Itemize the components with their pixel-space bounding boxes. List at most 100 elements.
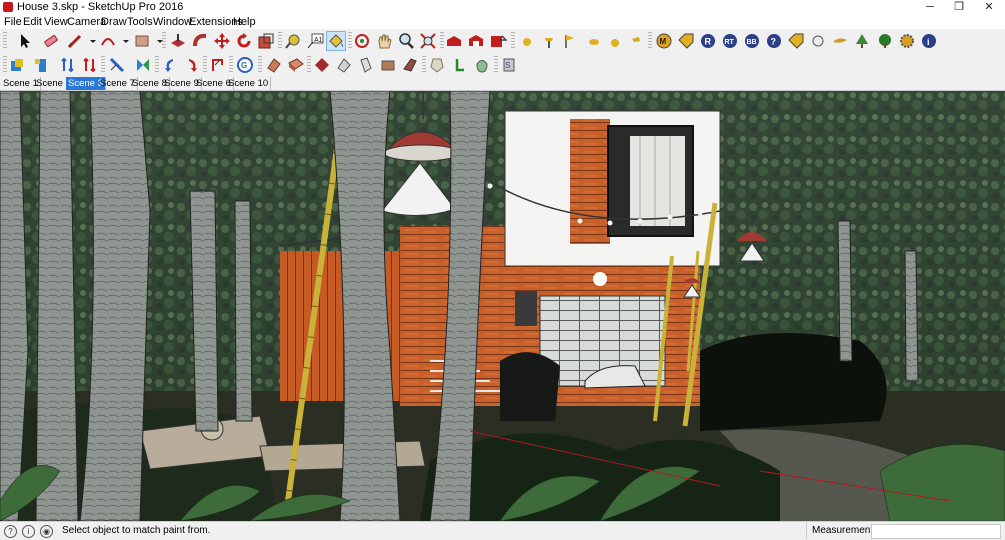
menu-help[interactable]: Help bbox=[233, 16, 256, 28]
push-pull-icon[interactable] bbox=[169, 32, 187, 50]
tape-measure-icon[interactable] bbox=[284, 32, 302, 50]
svg-text:R: R bbox=[705, 37, 712, 47]
follow-me-icon[interactable] bbox=[192, 32, 210, 50]
info-render-icon[interactable]: i bbox=[920, 32, 938, 50]
sandbox-from-contours-icon[interactable] bbox=[161, 56, 179, 74]
layout-icon[interactable] bbox=[489, 32, 507, 50]
sun-icon[interactable] bbox=[585, 32, 603, 50]
m-render-icon[interactable]: M bbox=[655, 32, 673, 50]
smoove-icon[interactable] bbox=[209, 56, 227, 74]
toolbar-grip[interactable] bbox=[494, 56, 498, 74]
stamp-icon[interactable]: G bbox=[236, 56, 254, 74]
measurements-input[interactable] bbox=[871, 524, 1001, 539]
menu-draw[interactable]: Draw bbox=[101, 16, 127, 28]
tree-render-icon[interactable] bbox=[853, 32, 871, 50]
subtract-icon[interactable] bbox=[81, 56, 99, 74]
minimize-icon[interactable]: ─ bbox=[915, 0, 945, 15]
sphere-icon[interactable] bbox=[518, 32, 536, 50]
sandbox-from-scratch-icon[interactable] bbox=[183, 56, 201, 74]
bird-icon[interactable] bbox=[831, 32, 849, 50]
wall-light bbox=[593, 272, 607, 286]
model-viewport[interactable] bbox=[0, 91, 1005, 521]
toolbar-grip[interactable] bbox=[203, 56, 207, 74]
menu-edit[interactable]: Edit bbox=[23, 16, 42, 28]
r-render-icon[interactable]: R bbox=[699, 32, 717, 50]
credits-icon[interactable]: i bbox=[22, 525, 35, 538]
toolbar-grip[interactable] bbox=[101, 56, 105, 74]
svg-text:i: i bbox=[927, 37, 930, 47]
select-arrow-icon[interactable] bbox=[16, 32, 34, 50]
toolbar-grip[interactable] bbox=[422, 56, 426, 74]
geo-location-icon[interactable]: ? bbox=[4, 525, 17, 538]
toolbar-grip[interactable] bbox=[648, 32, 652, 50]
dropdown-arrow-icon[interactable] bbox=[117, 32, 129, 50]
paint-bucket-icon[interactable] bbox=[326, 31, 346, 51]
bb-render-icon[interactable]: BB bbox=[743, 32, 761, 50]
orbit-icon[interactable] bbox=[353, 32, 371, 50]
intersect-icon[interactable] bbox=[32, 56, 50, 74]
warehouse-icon[interactable] bbox=[445, 32, 463, 50]
tab-scene-10[interactable]: Scene 10 bbox=[226, 77, 272, 90]
display-section-icon[interactable] bbox=[451, 56, 469, 74]
toolbar-grip[interactable] bbox=[278, 32, 282, 50]
toolbar-grip[interactable] bbox=[348, 32, 352, 50]
toolbar-grip[interactable] bbox=[3, 56, 7, 74]
menu-tools[interactable]: Tools bbox=[127, 16, 153, 28]
toolbar-grip[interactable] bbox=[258, 56, 262, 74]
text-label-icon[interactable]: A1 bbox=[306, 32, 324, 50]
section-plane-icon[interactable] bbox=[428, 56, 446, 74]
maximize-icon[interactable]: ❐ bbox=[944, 0, 974, 15]
shadows-icon[interactable]: S bbox=[500, 56, 518, 74]
flip-edge-icon[interactable] bbox=[313, 56, 331, 74]
gear-render-icon[interactable] bbox=[898, 32, 916, 50]
trim-icon[interactable] bbox=[108, 56, 126, 74]
pencil-line-icon[interactable] bbox=[66, 32, 84, 50]
zoom-extents-icon[interactable] bbox=[419, 32, 437, 50]
close-icon[interactable]: ✕ bbox=[974, 0, 1004, 15]
toolbar-grip[interactable] bbox=[3, 32, 7, 50]
question-render-icon[interactable]: ? bbox=[765, 32, 783, 50]
lamp-icon[interactable] bbox=[627, 32, 645, 50]
rt-render-icon[interactable]: RT bbox=[721, 32, 739, 50]
street-lamp-icon[interactable] bbox=[540, 32, 558, 50]
match-photo-icon[interactable] bbox=[335, 56, 353, 74]
dropdown-arrow-icon[interactable] bbox=[151, 32, 163, 50]
flag-icon[interactable] bbox=[561, 32, 579, 50]
tag-render-icon[interactable] bbox=[677, 32, 695, 50]
move-icon[interactable] bbox=[213, 32, 231, 50]
dropdown-arrow-icon[interactable] bbox=[84, 32, 96, 50]
toolbar-grip[interactable] bbox=[511, 32, 515, 50]
menu-view[interactable]: View bbox=[44, 16, 68, 28]
toolbar-grip[interactable] bbox=[162, 32, 166, 50]
status-divider bbox=[806, 523, 807, 539]
sphere-gray-icon[interactable] bbox=[809, 32, 827, 50]
toolbar-grip[interactable] bbox=[307, 56, 311, 74]
add-detail-icon[interactable] bbox=[287, 56, 305, 74]
rectangle-icon[interactable] bbox=[133, 32, 151, 50]
eraser-icon[interactable] bbox=[42, 32, 60, 50]
tag-render-icon[interactable] bbox=[787, 32, 805, 50]
toolbar-grip[interactable] bbox=[155, 56, 159, 74]
menu-file[interactable]: File bbox=[4, 16, 22, 28]
zoom-icon[interactable] bbox=[397, 32, 415, 50]
union-icon[interactable] bbox=[59, 56, 77, 74]
rotate-icon[interactable] bbox=[235, 32, 253, 50]
scale-icon[interactable] bbox=[257, 32, 275, 50]
look-around-icon[interactable] bbox=[401, 56, 419, 74]
pan-icon[interactable] bbox=[375, 32, 393, 50]
drape-icon[interactable] bbox=[265, 56, 283, 74]
toolbar-grip[interactable] bbox=[440, 32, 444, 50]
walk-icon[interactable] bbox=[379, 56, 397, 74]
position-camera-icon[interactable] bbox=[357, 56, 375, 74]
solid-outer-shell-icon[interactable] bbox=[8, 56, 26, 74]
pear-icon[interactable] bbox=[606, 32, 624, 50]
tree-render-icon[interactable] bbox=[876, 32, 894, 50]
split-icon[interactable] bbox=[134, 56, 152, 74]
section-cuts-icon[interactable] bbox=[473, 56, 491, 74]
extension-warehouse-icon[interactable] bbox=[467, 32, 485, 50]
arc-icon[interactable] bbox=[99, 32, 117, 50]
svg-text:RT: RT bbox=[725, 39, 735, 46]
menu-window[interactable]: Window bbox=[153, 16, 192, 28]
toolbar-grip[interactable] bbox=[229, 56, 233, 74]
user-account-icon[interactable]: ◉ bbox=[40, 525, 53, 538]
